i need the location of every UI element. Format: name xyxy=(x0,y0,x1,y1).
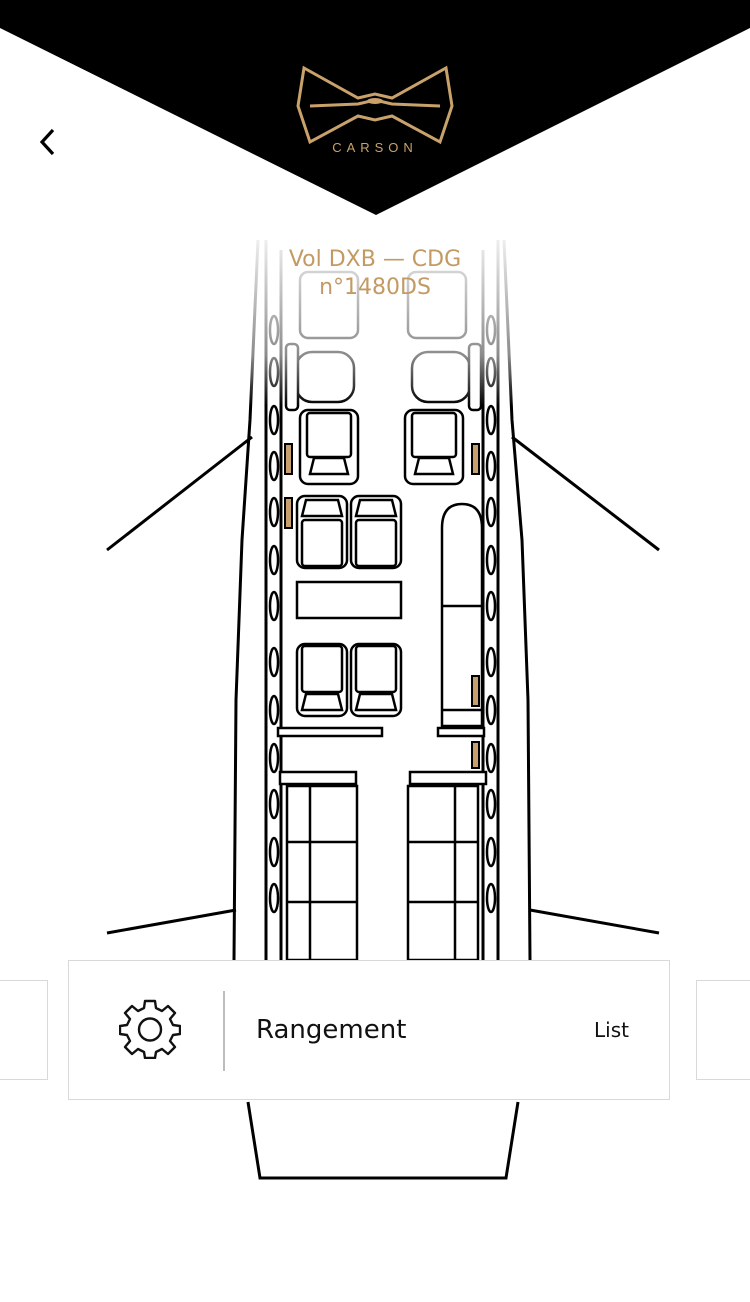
table xyxy=(295,580,403,620)
gear-icon xyxy=(119,999,181,1059)
seat-row-2 xyxy=(295,494,403,570)
category-card[interactable]: Rangement List xyxy=(68,960,670,1100)
aircraft-seat-map xyxy=(0,0,750,1180)
flight-route: Vol DXB — CDG xyxy=(288,247,462,272)
list-link[interactable]: List xyxy=(594,1018,629,1042)
consoles xyxy=(276,726,488,786)
flight-title: Vol DXB — CDG n°1480DS xyxy=(0,246,750,302)
right-wing xyxy=(511,435,660,935)
card-title: Rangement xyxy=(256,1015,407,1045)
seat-row-3 xyxy=(295,642,403,718)
card-divider xyxy=(223,991,225,1071)
left-wing xyxy=(106,435,253,935)
seat-row-1 xyxy=(298,408,465,486)
next-card[interactable] xyxy=(696,980,750,1080)
brand-name: CARSON xyxy=(332,140,418,155)
storage-cabinets xyxy=(285,784,480,962)
flight-number: n°1480DS xyxy=(319,275,431,300)
previous-card[interactable] xyxy=(0,980,48,1080)
